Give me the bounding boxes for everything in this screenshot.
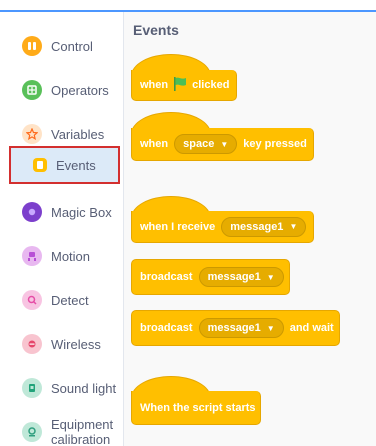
category-label: Equipment calibration (51, 417, 113, 446)
category-label: Control (51, 38, 93, 54)
wireless-icon (22, 334, 42, 354)
message-value: message1 (207, 271, 261, 283)
control-icon (22, 36, 42, 56)
category-control[interactable]: Control (14, 28, 118, 64)
category-equipment-calibration[interactable]: Equipment calibration (14, 412, 118, 446)
block-text: when (140, 138, 169, 150)
category-sound-light[interactable]: Sound light (14, 370, 118, 406)
category-label: Wireless (51, 336, 101, 352)
category-motion[interactable]: Motion (14, 238, 118, 274)
block-text: When the script starts (140, 401, 256, 414)
operators-icon (22, 80, 42, 100)
category-events[interactable]: Events (9, 146, 120, 184)
motion-icon (22, 246, 42, 266)
category-label: Operators (51, 82, 109, 98)
category-label: Motion (51, 248, 91, 264)
block-text: when I receive (140, 220, 216, 233)
broadcast-block[interactable]: broadcast message1 ▼ (131, 259, 290, 295)
block-text: when (140, 79, 169, 91)
block-text: broadcast (140, 322, 193, 334)
message-dropdown[interactable]: message1 ▼ (198, 267, 284, 287)
category-sidebar: Control Operators Variables Events Magic… (0, 12, 124, 446)
category-label: Detect (51, 292, 89, 308)
when-script-starts-block[interactable]: When the script starts (131, 391, 261, 425)
key-value: space (183, 138, 215, 150)
message-value: message1 (230, 220, 284, 233)
magic-box-icon (22, 202, 42, 222)
key-dropdown[interactable]: space ▼ (174, 134, 238, 154)
category-label: Variables (51, 126, 105, 142)
block-text: and wait (289, 322, 334, 334)
broadcast-and-wait-block[interactable]: broadcast message1 ▼ and wait (131, 310, 340, 346)
sound-light-icon (22, 378, 42, 398)
category-wireless[interactable]: Wireless (14, 326, 118, 362)
message-dropdown[interactable]: message1 ▼ (221, 216, 307, 237)
category-magic-box[interactable]: Magic Box (14, 194, 118, 230)
when-flag-clicked-block[interactable]: when clicked (131, 70, 237, 101)
when-key-pressed-block[interactable]: when space ▼ key pressed (131, 128, 314, 161)
category-detect[interactable]: Detect (14, 282, 118, 318)
category-label-line2: calibration (51, 432, 111, 446)
category-label: Events (56, 157, 96, 173)
message-dropdown[interactable]: message1 ▼ (198, 318, 284, 338)
equipment-calibration-icon (22, 422, 42, 442)
chevron-down-icon: ▼ (266, 272, 275, 282)
block-text: clicked (192, 79, 230, 91)
message-value: message1 (207, 322, 261, 334)
chevron-down-icon: ▼ (220, 139, 229, 149)
variables-icon (22, 124, 42, 144)
events-icon (33, 158, 47, 172)
block-text: broadcast (140, 271, 193, 283)
chevron-down-icon: ▼ (266, 323, 275, 333)
chevron-down-icon: ▼ (289, 222, 298, 231)
category-label-line1: Equipment (51, 417, 114, 432)
category-label: Sound light (51, 380, 117, 396)
green-flag-icon (172, 76, 188, 95)
when-i-receive-block[interactable]: when I receive message1 ▼ (131, 211, 314, 243)
section-title: Events (133, 22, 179, 38)
category-operators[interactable]: Operators (14, 72, 118, 108)
category-label: Magic Box (51, 204, 112, 220)
block-text: key pressed (243, 138, 307, 150)
detect-icon (22, 290, 42, 310)
